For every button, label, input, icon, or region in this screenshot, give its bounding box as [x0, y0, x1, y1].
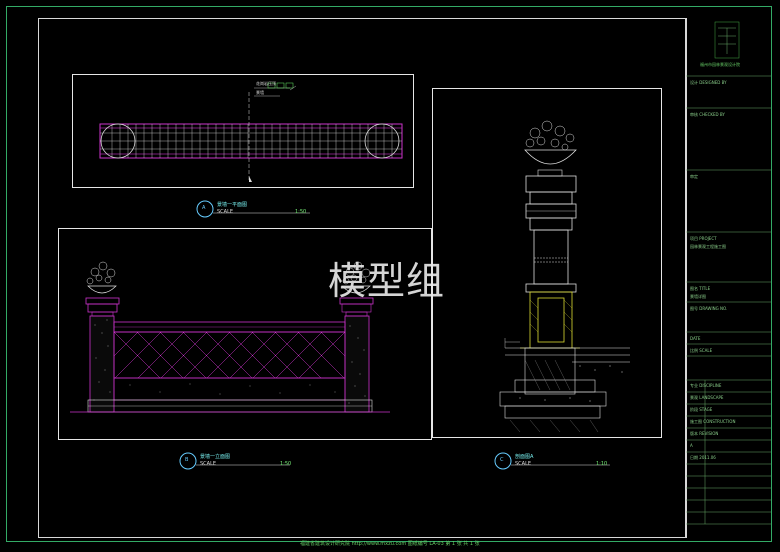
view-c-ratio: 1:10 — [596, 461, 608, 467]
tb-row: 园林景观工程施工图 — [690, 244, 726, 249]
view-a-scale: SCALE — [217, 209, 234, 215]
watermark: 模型组 — [328, 259, 446, 303]
tb-row: 日期 2011.06 — [690, 455, 716, 460]
tb-row: 设计 DESIGNED BY — [690, 80, 727, 85]
view-c-letter: C — [500, 457, 504, 463]
tb-row: 项目 PROJECT — [690, 236, 717, 241]
tb-row: 专业 DISCIPLINE — [690, 383, 722, 388]
title-block-grid — [686, 21, 771, 525]
tb-row: 阶段 STAGE — [690, 407, 713, 412]
label-b — [179, 452, 290, 470]
tb-row: 景墙详图 — [690, 294, 706, 299]
tb-row: 图号 DRAWING NO. — [690, 306, 728, 311]
view-c-scale: SCALE — [515, 461, 532, 467]
tb-row: 审定 — [690, 174, 698, 179]
tb-row: DATE — [690, 336, 701, 341]
tb-row: 景观 LANDSCAPE — [690, 395, 724, 400]
view-b-ratio: 1:50 — [280, 461, 292, 467]
footer-strip: 福建省建筑设计研究院 http://www.mxzu.com 图纸编号 LA-0… — [300, 541, 480, 547]
label-c — [494, 452, 610, 470]
tb-row: 比例 SCALE — [690, 348, 713, 353]
label-a — [196, 200, 310, 218]
view-a-ratio: 1:50 — [295, 209, 307, 215]
plan-drawing — [99, 82, 403, 182]
view-a-letter: A — [202, 205, 206, 211]
tb-row: 版本 REVISION — [690, 431, 719, 436]
plan-callout-2: 景墙 — [256, 90, 264, 95]
plan-callout-1: 花岗岩压顶 — [256, 81, 276, 86]
tb-row: A — [690, 443, 693, 448]
view-b-title: 景墙一立面图 — [200, 454, 231, 460]
tb-row: 审核 CHECKED BY — [690, 112, 725, 117]
section-drawing — [499, 120, 630, 433]
view-a-title: 景墙一平面图 — [217, 202, 248, 208]
view-c-title: 剖面图A — [515, 454, 534, 460]
tb-row: 施工图 CONSTRUCTION — [690, 419, 736, 424]
tb-row: 图名 TITLE — [690, 286, 711, 291]
view-b-letter: B — [185, 457, 189, 463]
view-b-scale: SCALE — [200, 461, 217, 467]
company-name: 福州市园林景观设计院 — [700, 62, 740, 67]
